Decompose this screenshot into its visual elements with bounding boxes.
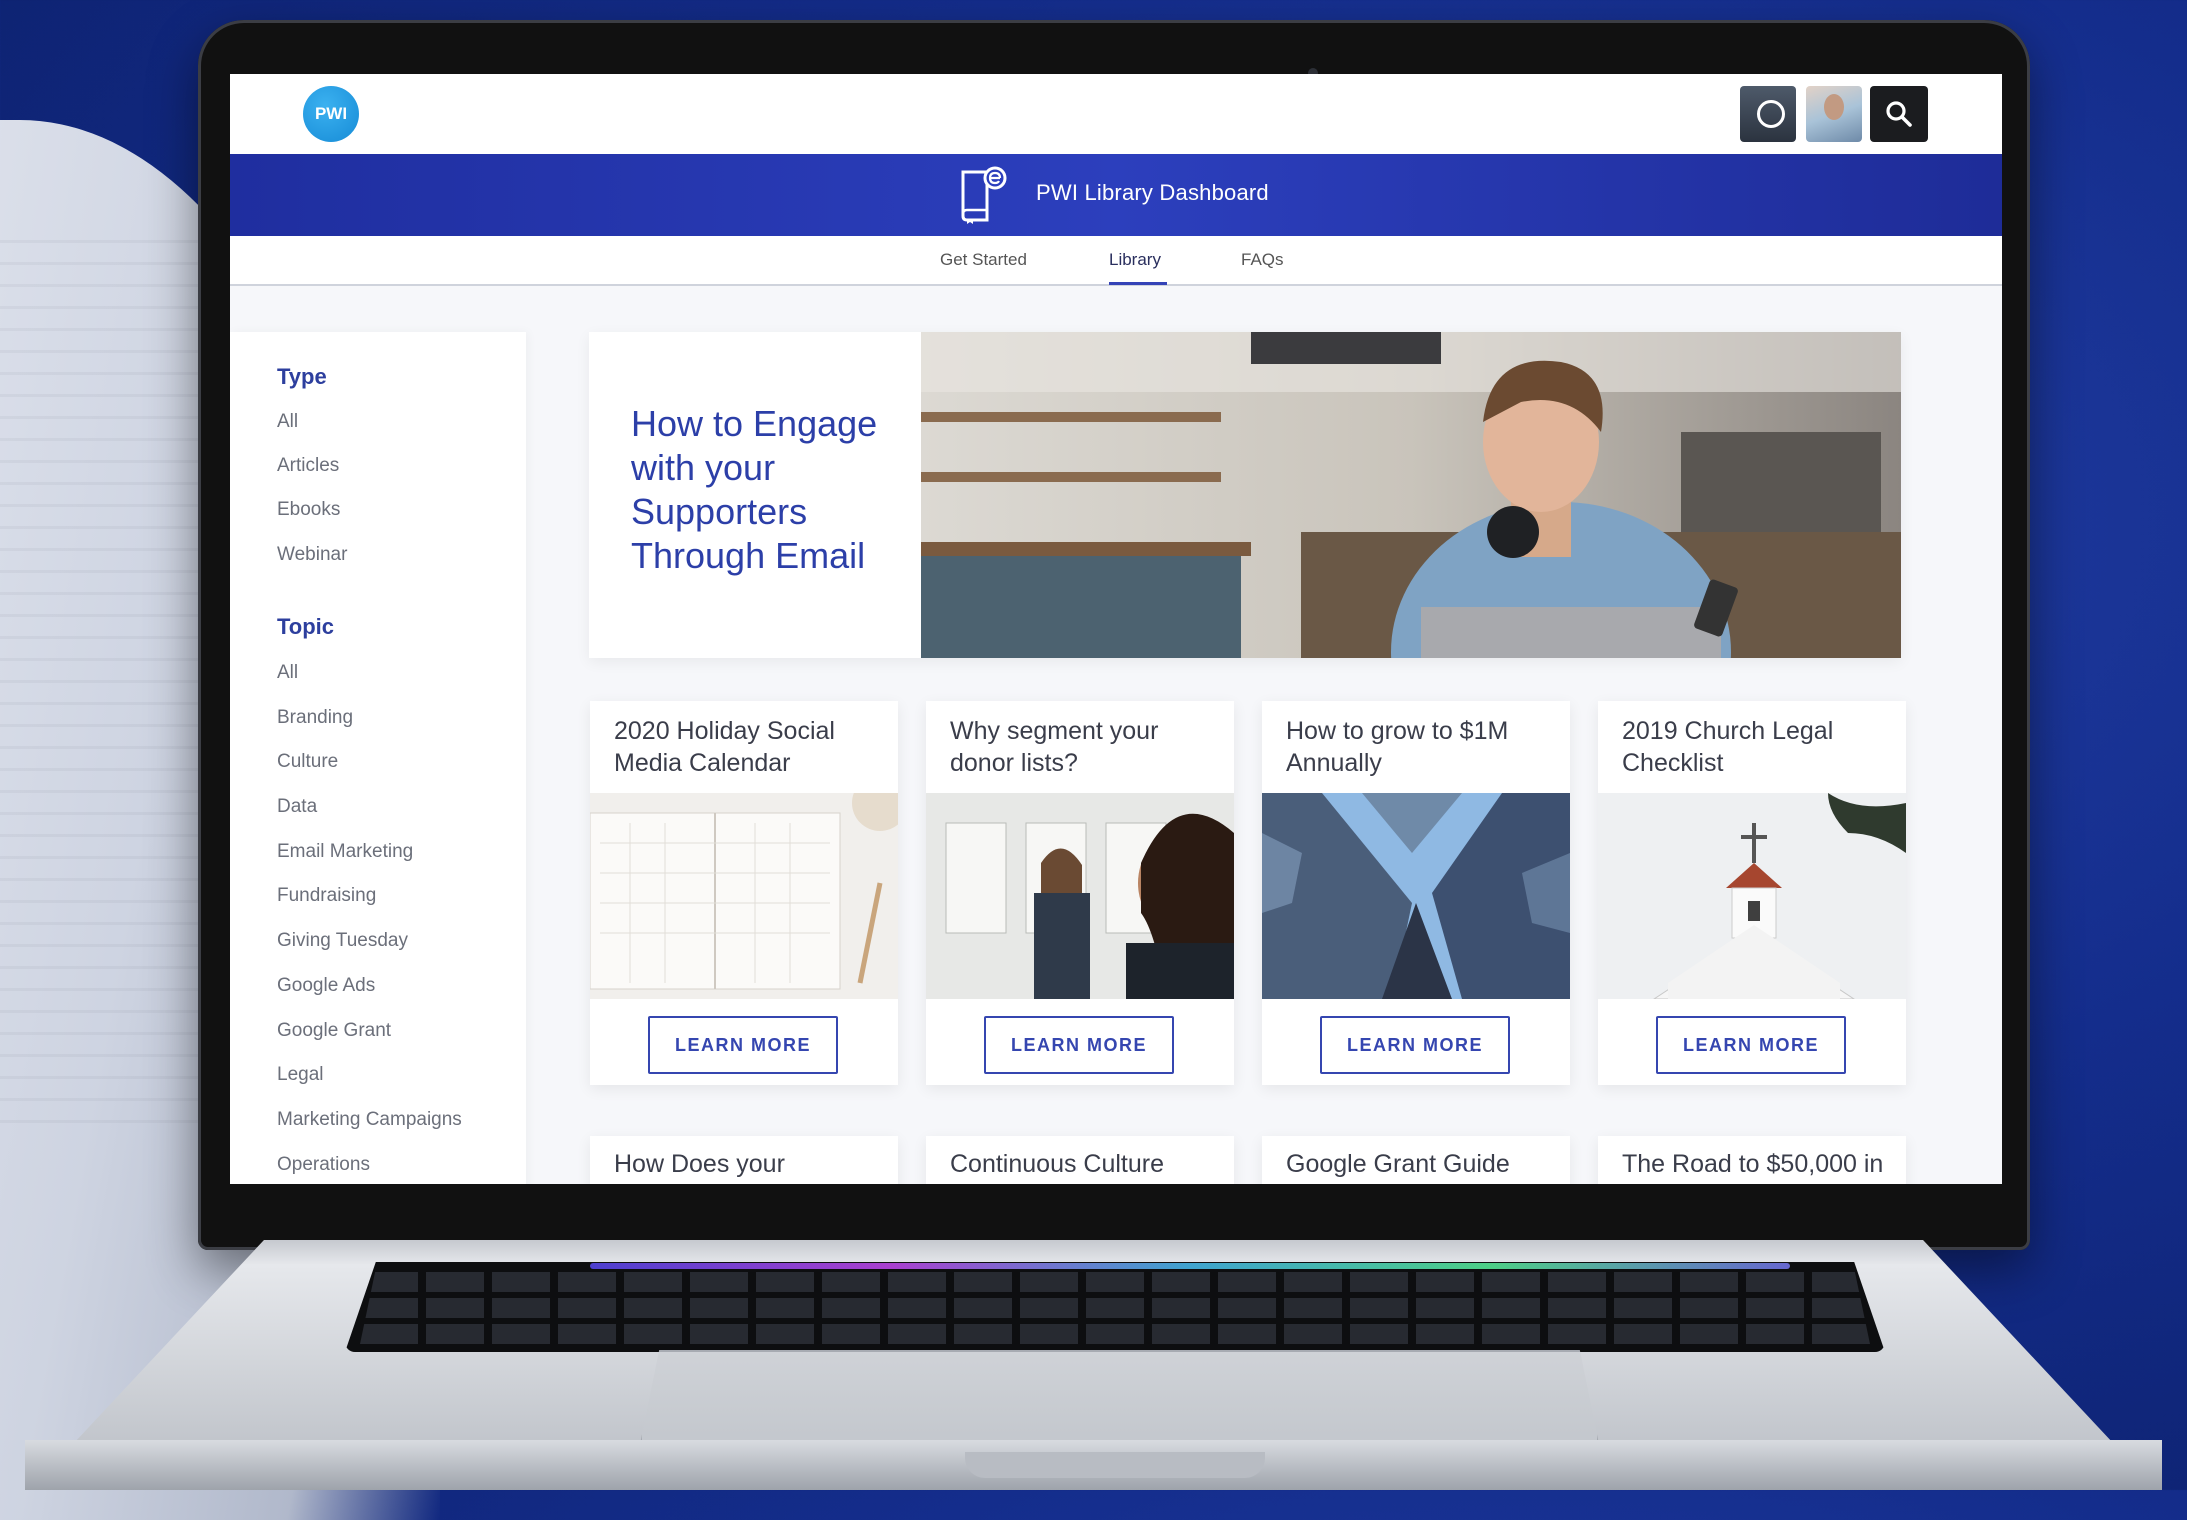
topic-filter-google-grant[interactable]: Google Grant [277, 1020, 391, 1042]
filter-sidebar: Type All Articles Ebooks Webinar Topic A… [230, 332, 526, 1184]
trackpad [640, 1350, 1599, 1444]
screen: PWI PWI Library Dashboard Get Started Li… [230, 74, 2002, 1184]
tab-bar: Get Started Library FAQs [230, 236, 2002, 286]
logo-text: PWI [314, 104, 348, 123]
featured-title[interactable]: How to Engage with your Supporters Throu… [631, 402, 931, 578]
page-title: PWI Library Dashboard [1036, 180, 1269, 205]
resource-card: Continuous Culture [926, 1136, 1234, 1184]
tab-get-started[interactable]: Get Started [940, 250, 1027, 270]
laptop-notch [965, 1452, 1265, 1478]
resource-card: Google Grant Guide [1262, 1136, 1570, 1184]
touch-bar [590, 1263, 1790, 1269]
card-title[interactable]: How to grow to $1M Annually [1286, 715, 1556, 779]
keyboard-keys [360, 1272, 1870, 1344]
resource-card: The Road to $50,000 in [1598, 1136, 1906, 1184]
topic-filter-giving-tuesday[interactable]: Giving Tuesday [277, 930, 408, 952]
topic-filter-operations[interactable]: Operations [277, 1154, 370, 1176]
card-image-calendar [590, 793, 898, 999]
type-filter-ebooks[interactable]: Ebooks [277, 499, 340, 521]
active-tab-indicator [1109, 282, 1167, 285]
topic-filter-google-ads[interactable]: Google Ads [277, 975, 375, 997]
featured-image [921, 332, 1901, 658]
topic-filter-branding[interactable]: Branding [277, 707, 353, 729]
topic-filter-legal[interactable]: Legal [277, 1064, 324, 1086]
topic-filter-fundraising[interactable]: Fundraising [277, 885, 376, 907]
search-icon [1886, 101, 1912, 127]
resource-card: 2019 Church Legal Checklist LEARN MORE [1598, 701, 1906, 1085]
type-filter-all[interactable]: All [277, 411, 298, 433]
resource-card: How Does your [590, 1136, 898, 1184]
card-title[interactable]: The Road to $50,000 in [1622, 1150, 1883, 1179]
type-filter-webinar[interactable]: Webinar [277, 544, 347, 566]
header-banner: PWI Library Dashboard [230, 154, 2002, 236]
topic-filter-data[interactable]: Data [277, 796, 317, 818]
type-filter-articles[interactable]: Articles [277, 455, 339, 477]
user-avatar-icon[interactable] [1806, 86, 1862, 142]
search-button[interactable] [1870, 86, 1928, 142]
topic-filter-culture[interactable]: Culture [277, 751, 338, 773]
learn-more-button[interactable]: LEARN MORE [1320, 1016, 1510, 1074]
card-image-church [1598, 793, 1906, 999]
tab-library[interactable]: Library [1109, 250, 1161, 270]
tab-faqs[interactable]: FAQs [1241, 250, 1284, 270]
resource-card: 2020 Holiday Social Media Calendar LEARN… [590, 701, 898, 1085]
resource-card: How to grow to $1M Annually LEARN MORE [1262, 701, 1570, 1085]
topic-filter-all[interactable]: All [277, 662, 298, 684]
card-title[interactable]: 2019 Church Legal Checklist [1622, 715, 1892, 779]
resource-card: Why segment your donor lists? LEARN MORE [926, 701, 1234, 1085]
featured-article[interactable]: How to Engage with your Supporters Throu… [589, 332, 1901, 658]
learn-more-button[interactable]: LEARN MORE [1656, 1016, 1846, 1074]
card-title[interactable]: How Does your [614, 1150, 785, 1179]
topic-filter-marketing-campaigns[interactable]: Marketing Campaigns [277, 1109, 462, 1131]
card-title[interactable]: Why segment your donor lists? [950, 715, 1220, 779]
organization-avatar-icon[interactable] [1740, 86, 1796, 142]
learn-more-button[interactable]: LEARN MORE [648, 1016, 838, 1074]
pwi-logo-icon[interactable]: PWI [303, 86, 359, 142]
card-title[interactable]: 2020 Holiday Social Media Calendar [614, 715, 884, 779]
type-filter-title: Type [277, 364, 327, 389]
card-title[interactable]: Continuous Culture [950, 1150, 1164, 1179]
topic-filter-email-marketing[interactable]: Email Marketing [277, 841, 413, 863]
topic-filter-title: Topic [277, 614, 335, 639]
learn-more-button[interactable]: LEARN MORE [984, 1016, 1174, 1074]
library-book-icon [961, 166, 1007, 224]
card-image-meeting [926, 793, 1234, 999]
card-title[interactable]: Google Grant Guide [1286, 1150, 1510, 1179]
card-image-skyscrapers [1262, 793, 1570, 999]
top-bar: PWI [230, 74, 2002, 154]
